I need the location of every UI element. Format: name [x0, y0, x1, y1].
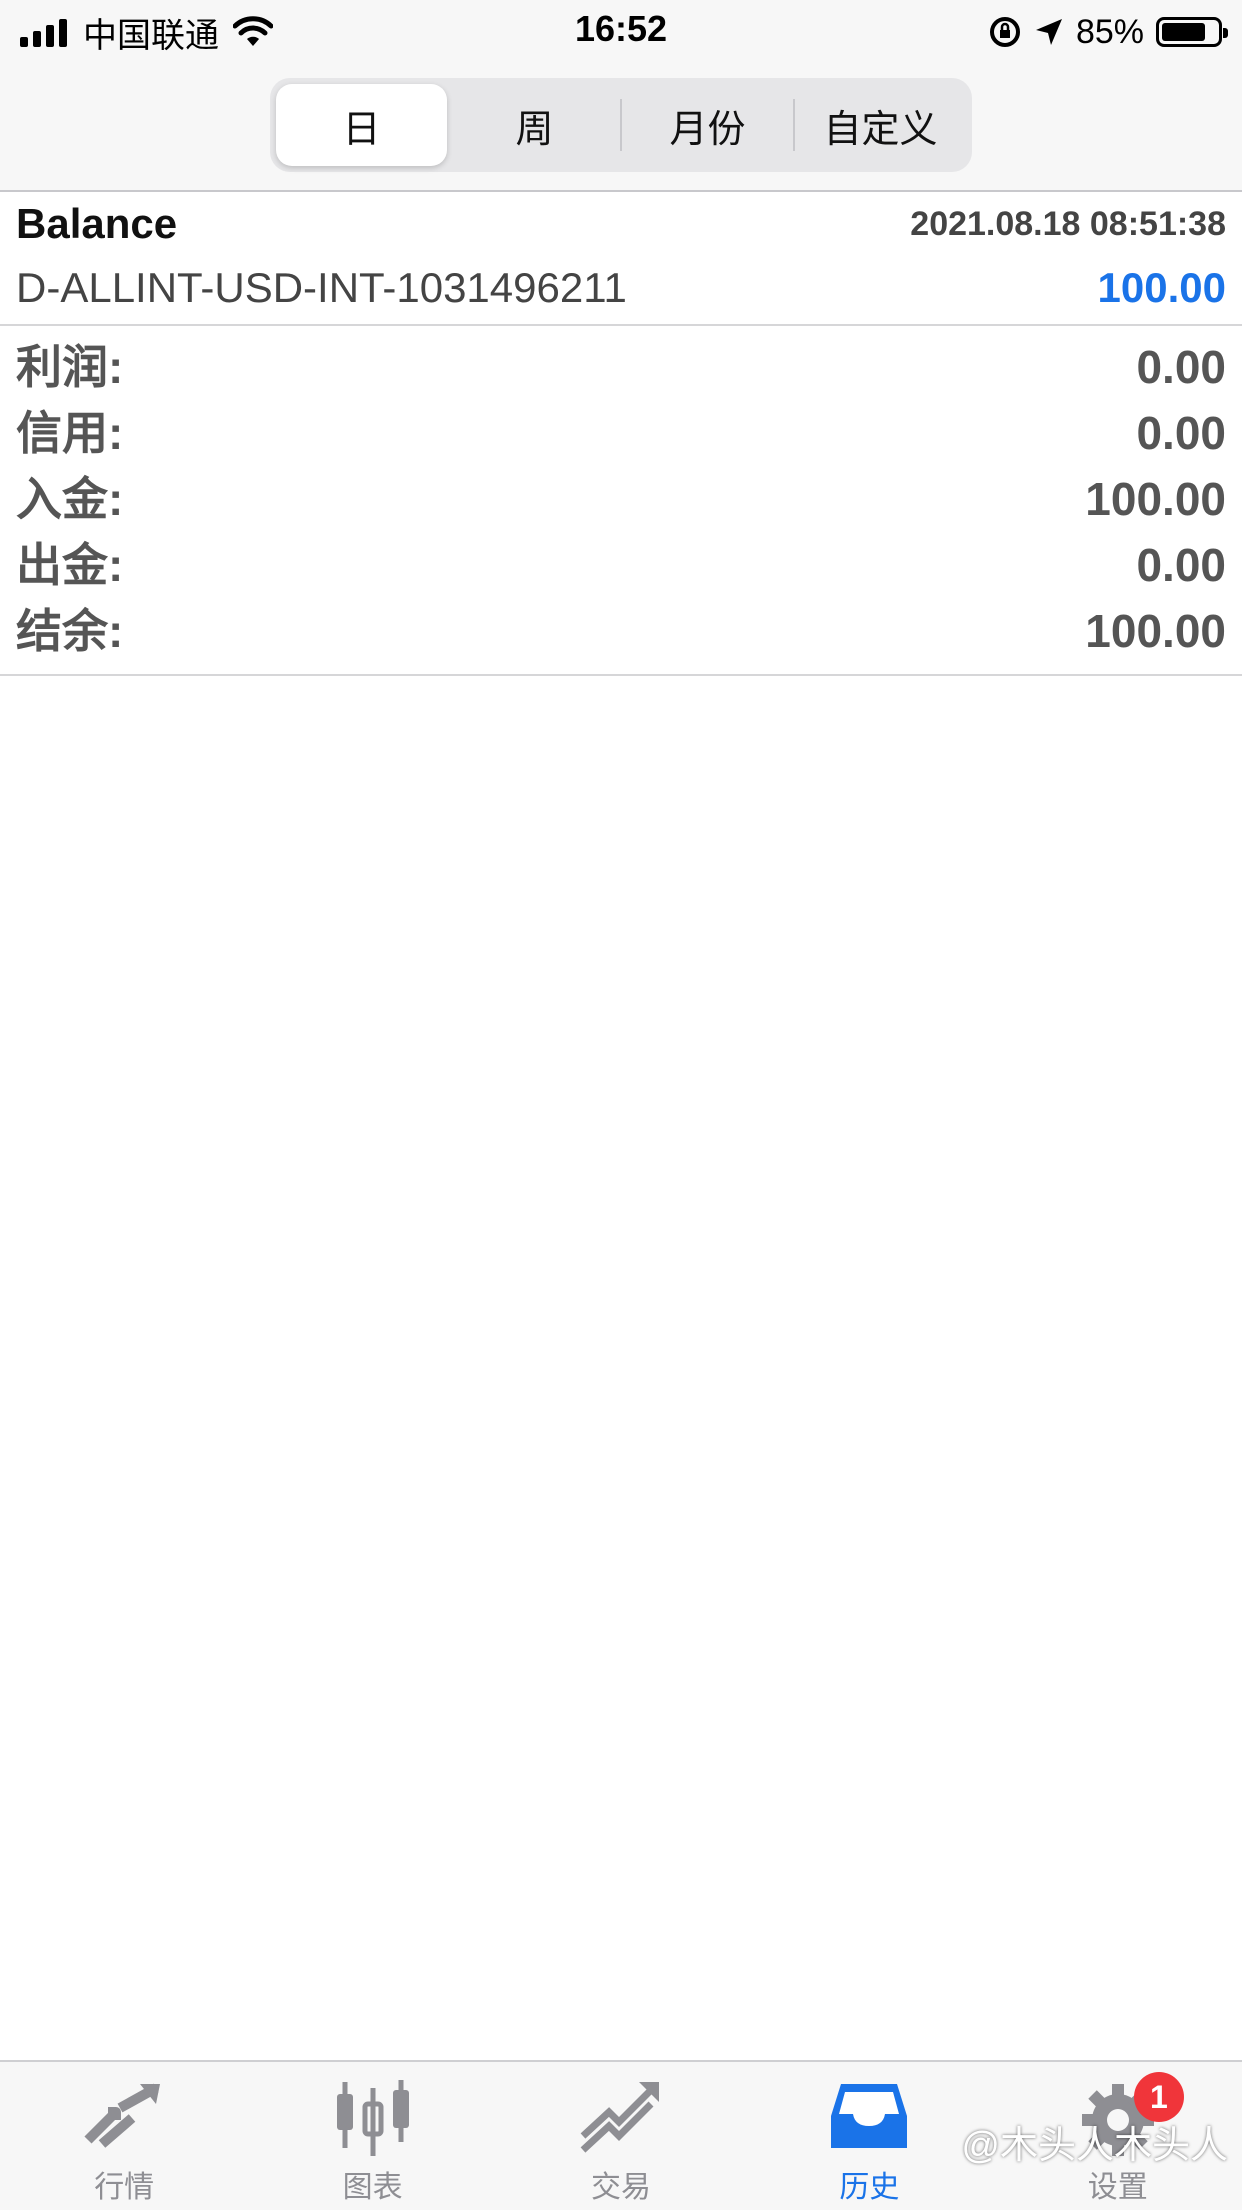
segment-day[interactable]: 日	[276, 84, 447, 166]
segment-custom[interactable]: 自定义	[795, 84, 966, 166]
tab-label: 历史	[839, 2171, 900, 2204]
summary-label: 结余:	[16, 605, 124, 657]
segment-week[interactable]: 周	[449, 84, 620, 166]
watermark: @木头人木头人	[961, 2125, 1228, 2167]
summary-value: 0.00	[1136, 539, 1226, 591]
summary-row-deposit: 入金: 100.00	[0, 466, 1242, 532]
summary-value: 100.00	[1085, 473, 1226, 525]
status-bar: 中国联通 16:52 85%	[0, 0, 1242, 62]
quotes-arrows-icon	[84, 2083, 161, 2148]
summary-section: 利润: 0.00 信用: 0.00 入金: 100.00 出金: 0.00 结余…	[0, 326, 1242, 664]
summary-label: 利润:	[16, 341, 124, 393]
tab-label: 交易	[590, 2171, 651, 2204]
record-type: Balance	[16, 200, 178, 247]
summary-row-balance: 结余: 100.00	[0, 598, 1242, 664]
period-header: 日 周 月份 自定义	[0, 62, 1242, 192]
summary-value: 100.00	[1085, 605, 1226, 657]
battery-percentage: 85%	[1075, 12, 1144, 51]
summary-label: 出金:	[16, 539, 124, 591]
tab-trade[interactable]: 交易	[497, 2062, 745, 2210]
rotation-lock-icon	[989, 17, 1020, 47]
summary-row-withdrawal: 出金: 0.00	[0, 532, 1242, 598]
tab-label: 行情	[94, 2171, 155, 2204]
battery-icon	[1156, 17, 1228, 47]
status-right: 85%	[988, 10, 1228, 54]
tab-history[interactable]: 历史	[745, 2062, 993, 2210]
period-segmented-control: 日 周 月份 自定义	[270, 78, 972, 172]
history-inbox-icon	[831, 2084, 908, 2148]
summary-value: 0.00	[1136, 407, 1226, 459]
summary-label: 信用:	[16, 407, 124, 459]
summary-row-credit: 信用: 0.00	[0, 400, 1242, 466]
record-datetime: 2021.08.18 08:51:38	[910, 205, 1226, 243]
summary-label: 入金:	[16, 473, 124, 525]
segment-month[interactable]: 月份	[622, 84, 793, 166]
record-header-row: Balance 2021.08.18 08:51:38	[0, 192, 1242, 256]
history-record[interactable]: Balance 2021.08.18 08:51:38 D-ALLINT-USD…	[0, 192, 1242, 676]
tab-quotes[interactable]: 行情	[0, 2062, 248, 2210]
summary-row-profit: 利润: 0.00	[0, 334, 1242, 400]
location-arrow-icon	[1035, 19, 1062, 45]
record-account: D-ALLINT-USD-INT-1031496211	[16, 264, 627, 311]
record-detail-row: D-ALLINT-USD-INT-1031496211 100.00	[0, 256, 1242, 320]
record-amount: 100.00	[1097, 264, 1226, 311]
trade-trend-icon	[580, 2082, 659, 2153]
summary-value: 0.00	[1136, 341, 1226, 393]
divider	[0, 674, 1242, 676]
tab-chart[interactable]: 图表	[248, 2062, 496, 2210]
tab-label: 图表	[342, 2171, 403, 2204]
candlestick-chart-icon	[336, 2080, 409, 2156]
